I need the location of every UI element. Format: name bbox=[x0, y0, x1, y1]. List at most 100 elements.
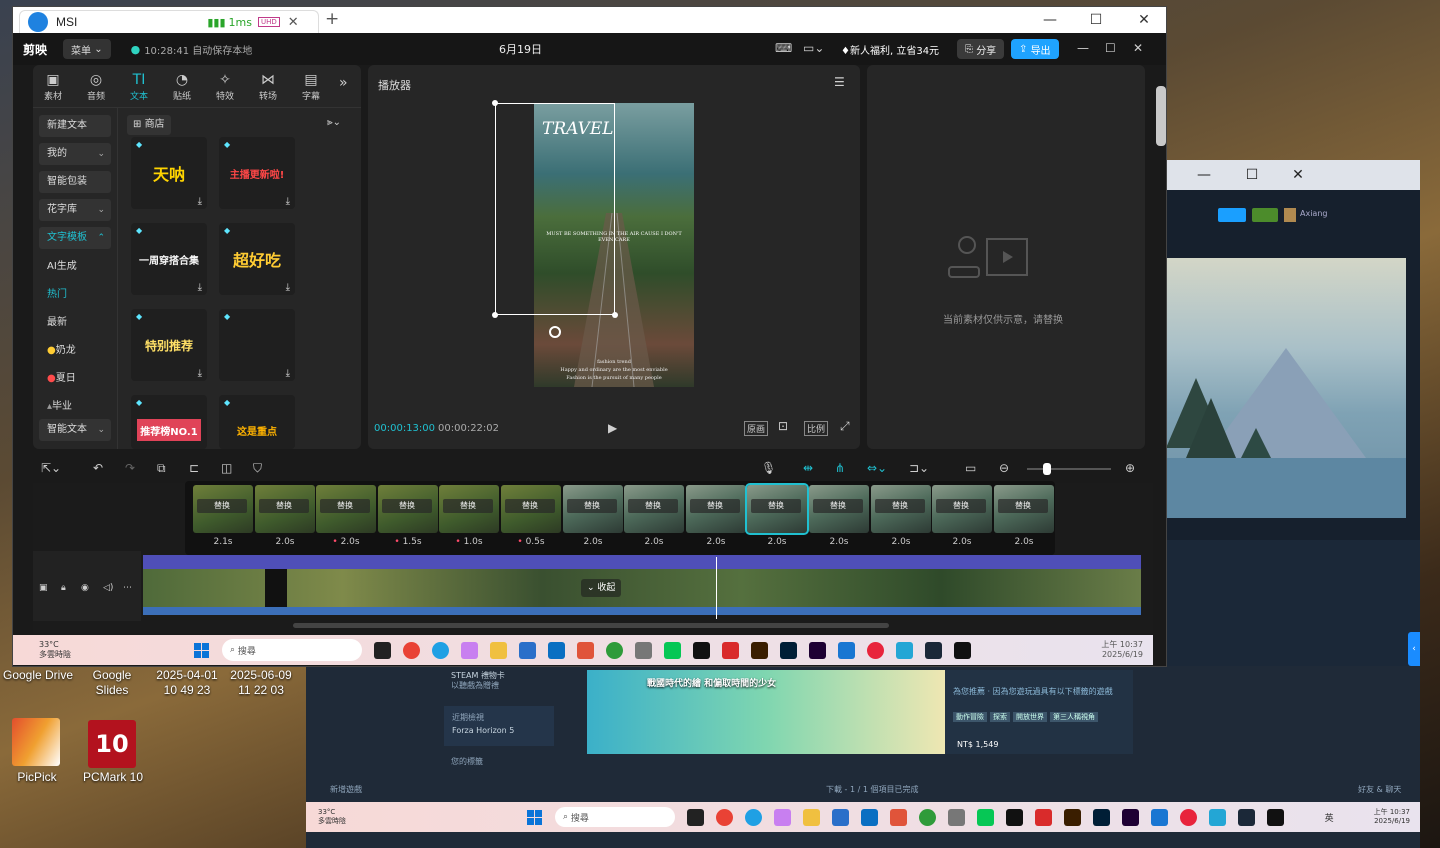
photoshop-icon[interactable] bbox=[1093, 808, 1110, 826]
text-template-card[interactable]: ◆ ⤓ bbox=[219, 309, 295, 381]
minimize-button[interactable]: — bbox=[1027, 7, 1073, 33]
replace-button[interactable]: 替换 bbox=[875, 499, 925, 513]
sidebar-item-hot[interactable]: 热门 bbox=[39, 284, 111, 306]
picpick-taskbar-icon[interactable] bbox=[890, 808, 907, 826]
line-icon[interactable] bbox=[977, 808, 994, 826]
desktop-icon-screenshot-1[interactable]: 2025-04-01 10 49 23 bbox=[152, 668, 222, 698]
tab-text[interactable]: TI 文本 bbox=[119, 71, 159, 102]
timeline-clip[interactable]: 替换 bbox=[994, 485, 1054, 533]
app-icon[interactable] bbox=[838, 641, 855, 659]
timeline-clip[interactable]: 替换 bbox=[316, 485, 376, 533]
tag-chip[interactable]: 開放世界 bbox=[1013, 712, 1047, 722]
screen-icon[interactable]: ▭ bbox=[965, 461, 976, 475]
app-icon[interactable] bbox=[606, 641, 623, 659]
collapse-button[interactable]: ⌄ 收起 bbox=[581, 579, 622, 597]
side-expand-button[interactable]: ‹ bbox=[1408, 632, 1420, 666]
maximize-button[interactable]: ☐ bbox=[1073, 7, 1119, 33]
steam-icon[interactable] bbox=[925, 641, 942, 659]
video-track[interactable]: ⌄ 收起 bbox=[143, 569, 1141, 607]
sidebar-item-summer[interactable]: ●夏日 bbox=[39, 368, 111, 390]
folder-icon[interactable] bbox=[803, 808, 820, 826]
rotate-handle-icon[interactable] bbox=[549, 326, 561, 338]
tags-label[interactable]: 您的標籤 bbox=[451, 756, 483, 767]
sidebar-item-mine[interactable]: 我的 ⌄ bbox=[39, 143, 111, 165]
calculator-icon[interactable] bbox=[635, 641, 652, 659]
app-icon[interactable] bbox=[1180, 808, 1197, 826]
steam-icon[interactable] bbox=[1238, 808, 1255, 826]
export-button[interactable]: ⇪ 导出 bbox=[1011, 39, 1059, 59]
linkage-icon[interactable]: ⇔⌄ bbox=[867, 461, 887, 475]
text-template-card[interactable]: ◆ 推荐榜NO.1 bbox=[131, 395, 207, 449]
snap-icon[interactable]: ⋔ bbox=[835, 461, 845, 475]
timeline-clip[interactable]: 替换 bbox=[439, 485, 499, 533]
window-scrollbar[interactable] bbox=[1156, 86, 1166, 146]
illustrator-icon[interactable] bbox=[1064, 808, 1081, 826]
pcmark-icon[interactable]: 10 bbox=[88, 720, 136, 768]
sidebar-item-latest[interactable]: 最新 bbox=[39, 312, 111, 334]
promo-link[interactable]: ♦新人福利, 立省34元 bbox=[841, 42, 939, 57]
chrome-icon[interactable] bbox=[403, 641, 420, 659]
sidebar-item-smart-pack[interactable]: 智能包装 bbox=[39, 171, 111, 193]
text-template-card[interactable]: ◆ 这是重点 bbox=[219, 395, 295, 449]
store-icon[interactable] bbox=[832, 808, 849, 826]
layout-icon[interactable]: ▭⌄ bbox=[803, 41, 824, 55]
desktop-icon-picpick[interactable]: PicPick bbox=[4, 770, 70, 785]
store-button[interactable]: ⊞ 商店 bbox=[127, 115, 171, 135]
screenshot-icon[interactable]: ⊡ bbox=[778, 419, 788, 433]
download-icon[interactable]: ⤓ bbox=[286, 368, 290, 379]
ratio-button[interactable]: 比例 bbox=[804, 421, 829, 436]
player-menu-icon[interactable]: ☰ bbox=[834, 75, 845, 89]
cover-icon[interactable]: ▣ bbox=[39, 583, 48, 593]
premiere-icon[interactable] bbox=[1122, 808, 1139, 826]
steam-minimize-button[interactable]: — bbox=[1184, 163, 1224, 187]
replace-button[interactable]: 替换 bbox=[936, 499, 986, 513]
menu-button[interactable]: 菜单 ⌄ bbox=[63, 39, 111, 59]
playhead[interactable] bbox=[716, 557, 717, 619]
replace-button[interactable]: 替换 bbox=[813, 499, 863, 513]
timeline-clip[interactable]: 替换 bbox=[563, 485, 623, 533]
resize-handle[interactable] bbox=[492, 100, 498, 106]
downloads-status[interactable]: 下載 - 1 / 1 個項目已完成 bbox=[826, 784, 918, 795]
zoom-slider[interactable] bbox=[1027, 463, 1111, 475]
taskbar-weather[interactable]: 33°C 多雲時陰 bbox=[39, 640, 109, 660]
tag-chip[interactable]: 第三人稱視角 bbox=[1050, 712, 1098, 722]
visibility-icon[interactable]: ◉ bbox=[81, 583, 89, 593]
sidebar-item-graduation[interactable]: ▴毕业 bbox=[39, 396, 111, 418]
sidebar-item-text-template[interactable]: 文字模板 ⌃ bbox=[39, 227, 111, 249]
capcut-icon[interactable] bbox=[1267, 808, 1284, 826]
tab-sticker[interactable]: ◔ 贴纸 bbox=[162, 71, 202, 102]
app-maximize-button[interactable]: ☐ bbox=[1105, 41, 1116, 55]
replace-button[interactable]: 替换 bbox=[567, 499, 617, 513]
replace-button[interactable]: 替换 bbox=[443, 499, 493, 513]
crop-icon[interactable]: ⊏ bbox=[189, 461, 199, 475]
windows-start-icon[interactable] bbox=[193, 642, 210, 659]
replace-button[interactable]: 替换 bbox=[505, 499, 555, 513]
replace-button[interactable]: 替换 bbox=[628, 499, 678, 513]
taskbar-clock[interactable]: 上午 10:37 2025/6/19 bbox=[1101, 640, 1143, 660]
replace-button[interactable]: 替换 bbox=[320, 499, 370, 513]
timeline-clip[interactable]: 替换 bbox=[871, 485, 931, 533]
download-icon[interactable]: ⤓ bbox=[198, 368, 202, 379]
text-template-card[interactable]: ◆ 特别推荐 ⤓ bbox=[131, 309, 207, 381]
download-icon[interactable]: ⤓ bbox=[286, 196, 290, 207]
app-icon[interactable] bbox=[919, 808, 936, 826]
line-icon[interactable] bbox=[664, 641, 681, 659]
edge-icon[interactable] bbox=[745, 808, 762, 826]
photoshop-icon[interactable] bbox=[780, 641, 797, 659]
timeline-clip[interactable]: 替换 bbox=[686, 485, 746, 533]
notification-icon[interactable] bbox=[1252, 208, 1278, 222]
download-icon[interactable]: ⤓ bbox=[198, 196, 202, 207]
store-icon[interactable] bbox=[519, 641, 536, 659]
replace-button[interactable]: 替换 bbox=[998, 499, 1048, 513]
picpick-icon[interactable] bbox=[12, 718, 60, 766]
recent-game[interactable]: Forza Horizon 5 bbox=[452, 726, 514, 735]
sidebar-item-nailong[interactable]: ●奶龙 bbox=[39, 340, 111, 362]
redo-icon[interactable]: ↷ bbox=[125, 461, 135, 475]
app-icon[interactable] bbox=[1151, 808, 1168, 826]
preview-axis-icon[interactable]: ⊐⌄ bbox=[909, 461, 929, 475]
lock-icon[interactable]: 🔒︎ bbox=[61, 583, 66, 593]
timeline-clip[interactable]: 替换 bbox=[378, 485, 438, 533]
speaker-icon[interactable] bbox=[1218, 208, 1246, 222]
pdf-icon[interactable] bbox=[722, 641, 739, 659]
select-tool-icon[interactable]: ⇱⌄ bbox=[41, 461, 61, 475]
